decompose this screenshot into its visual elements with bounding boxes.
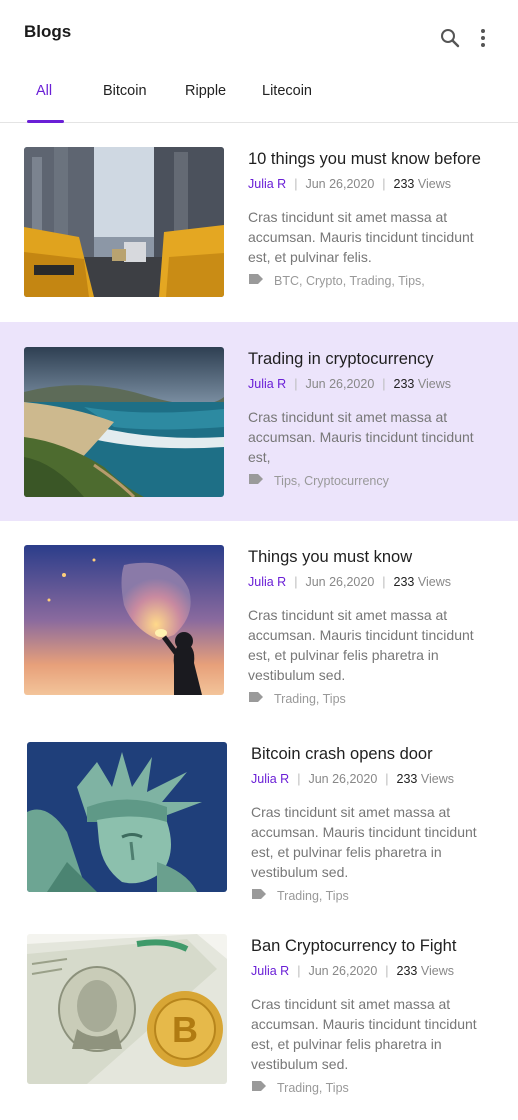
post-meta: Julia R | Jun 26,2020 | 233 Views (251, 772, 454, 786)
post-title[interactable]: Ban Cryptocurrency to Fight (251, 937, 511, 956)
post-views-count: 233 (396, 772, 418, 786)
post-meta: Julia R | Jun 26,2020 | 233 Views (248, 177, 451, 191)
post-image-city-taxis[interactable] (24, 147, 224, 297)
post-tags-text: Trading, Tips (274, 692, 346, 706)
post-title[interactable]: 10 things you must know before (248, 150, 510, 169)
tag-icon (248, 273, 264, 288)
tag-icon (251, 888, 267, 903)
post-tags: BTC, Crypto, Trading, Tips, (248, 274, 425, 289)
post-excerpt: Cras tincidunt sit amet massa at accumsa… (248, 607, 474, 683)
post-title[interactable]: Trading in cryptocurrency (248, 350, 510, 369)
tab-all[interactable]: All (36, 83, 52, 99)
page-title: Blogs (24, 22, 72, 41)
tab-ripple[interactable]: Ripple (185, 83, 226, 99)
post-tags: Trading, Tips (251, 889, 349, 904)
post-author[interactable]: Julia R (251, 964, 289, 978)
post-views-label: Views (420, 772, 454, 786)
post-views-count: 233 (393, 377, 415, 391)
post-author[interactable]: Julia R (248, 377, 286, 391)
post-tags: Trading, Tips (248, 692, 346, 707)
post-tags: Trading, Tips (251, 1081, 349, 1096)
tag-icon (251, 1080, 267, 1095)
post-tags-text: Trading, Tips (277, 889, 349, 903)
app-header: Blogs (0, 0, 518, 70)
tab-litecoin[interactable]: Litecoin (262, 83, 312, 99)
post-image-statue-of-liberty[interactable] (27, 742, 227, 892)
post-excerpt: Cras tincidunt sit amet massa at accumsa… (251, 804, 477, 880)
blog-post-card[interactable]: Things you must know Julia R | Jun 26,2020… (0, 521, 518, 718)
post-meta: Julia R | Jun 26,2020 | 233 Views (248, 377, 451, 391)
post-views-label: Views (420, 964, 454, 978)
post-author[interactable]: Julia R (248, 575, 286, 589)
more-vertical-icon[interactable] (471, 26, 495, 50)
post-views-count: 233 (393, 177, 415, 191)
tab-bitcoin[interactable]: Bitcoin (103, 83, 147, 99)
blog-post-card[interactable]: 10 things you must know before Julia R | J… (0, 124, 518, 322)
post-image-coastal-beach[interactable] (24, 347, 224, 497)
active-tab-indicator (27, 120, 64, 123)
post-date: Jun 26,2020 (308, 772, 378, 786)
svg-text:B: B (172, 1009, 198, 1050)
post-tags-text: Trading, Tips (277, 1081, 349, 1095)
post-tags-text: Tips, Cryptocurrency (274, 474, 389, 488)
post-date: Jun 26,2020 (305, 377, 375, 391)
post-author[interactable]: Julia R (248, 177, 286, 191)
post-date: Jun 26,2020 (308, 964, 378, 978)
post-title[interactable]: Bitcoin crash opens door (251, 745, 511, 764)
blog-post-card[interactable]: Trading in cryptocurrency Julia R | Jun 26… (0, 322, 518, 521)
post-tags-text: BTC, Crypto, Trading, Tips, (274, 274, 425, 288)
post-excerpt: Cras tincidunt sit amet massa at accumsa… (248, 209, 474, 265)
tag-icon (248, 691, 264, 706)
post-views-count: 233 (396, 964, 418, 978)
post-views-count: 233 (393, 575, 415, 589)
post-title[interactable]: Things you must know (248, 548, 510, 567)
blog-post-card[interactable]: B Ban Cryptocurrency to Fight Julia R | Ju… (0, 915, 518, 1120)
post-excerpt: Cras tincidunt sit amet massa at accumsa… (248, 409, 474, 465)
post-author[interactable]: Julia R (251, 772, 289, 786)
post-views-label: Views (417, 177, 451, 191)
category-tabs: All Bitcoin Ripple Litecoin (0, 70, 518, 123)
post-image-dollar-bitcoin[interactable]: B (27, 934, 227, 1084)
post-meta: Julia R | Jun 26,2020 | 233 Views (251, 964, 454, 978)
post-tags: Tips, Cryptocurrency (248, 474, 389, 489)
post-views-label: Views (417, 377, 451, 391)
post-image-sky-lantern[interactable] (24, 545, 224, 695)
blog-post-card[interactable]: Bitcoin crash opens door Julia R | Jun 26,… (0, 718, 518, 915)
search-icon[interactable] (438, 26, 462, 50)
tag-icon (248, 473, 264, 488)
post-views-label: Views (417, 575, 451, 589)
post-excerpt: Cras tincidunt sit amet massa at accumsa… (251, 996, 477, 1072)
post-date: Jun 26,2020 (305, 575, 375, 589)
post-meta: Julia R | Jun 26,2020 | 233 Views (248, 575, 451, 589)
post-date: Jun 26,2020 (305, 177, 375, 191)
